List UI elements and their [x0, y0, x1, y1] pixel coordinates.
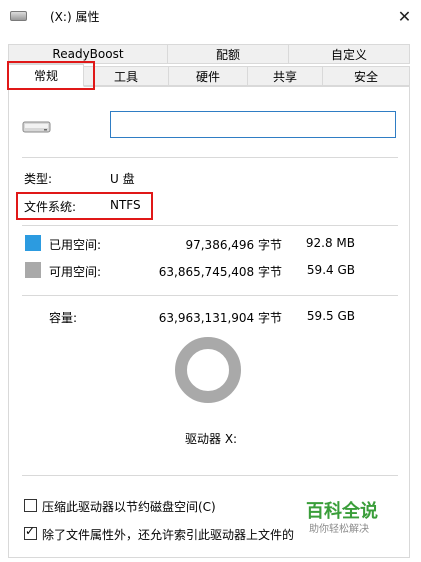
compress-checkbox-label[interactable]: 压缩此驱动器以节约磁盘空间(C): [42, 498, 216, 515]
used-space-bytes: 97,386,496 字节: [185, 238, 282, 252]
tab-general[interactable]: 常规: [8, 64, 84, 87]
title-bar: (X:) 属性 ✕: [0, 0, 421, 32]
index-checkbox[interactable]: [24, 524, 37, 540]
used-space-swatch: [25, 235, 41, 251]
window-title: (X:) 属性: [50, 10, 100, 24]
drive-letter-label: 驱动器 X:: [185, 432, 238, 446]
tab-security[interactable]: 安全: [322, 66, 410, 86]
tab-hardware[interactable]: 硬件: [168, 66, 248, 86]
capacity-size: 59.5 GB: [306, 309, 355, 323]
separator: [22, 295, 398, 296]
close-button[interactable]: ✕: [388, 0, 421, 32]
compress-checkbox[interactable]: [24, 499, 37, 512]
disk-usage-donut: [175, 337, 241, 403]
used-space-size: 92.8 MB: [305, 236, 355, 250]
used-space-label: 已用空间:: [49, 238, 102, 252]
drive-icon: [10, 11, 27, 21]
type-value: U 盘: [110, 172, 135, 186]
free-space-bytes: 63,865,745,408 字节: [158, 265, 282, 279]
filesystem-label: 文件系统:: [24, 200, 77, 214]
capacity-label: 容量:: [49, 311, 78, 325]
separator: [22, 475, 398, 476]
tab-readyboost[interactable]: ReadyBoost: [8, 44, 168, 64]
free-space-size: 59.4 GB: [306, 263, 355, 277]
tab-sharing[interactable]: 共享: [247, 66, 323, 86]
free-space-label: 可用空间:: [49, 265, 102, 279]
separator: [22, 157, 398, 158]
tab-quota[interactable]: 配额: [167, 44, 289, 64]
watermark-subtitle: 助你轻松解决: [309, 524, 369, 535]
filesystem-value: NTFS: [110, 198, 141, 212]
separator: [22, 225, 398, 226]
volume-label-input[interactable]: [110, 111, 396, 138]
free-space-swatch: [25, 262, 41, 278]
capacity-bytes: 63,963,131,904 字节: [158, 311, 282, 325]
usb-drive-icon: [22, 121, 51, 133]
tab-tools[interactable]: 工具: [83, 66, 169, 86]
tab-customize[interactable]: 自定义: [288, 44, 410, 64]
index-checkbox-label[interactable]: 除了文件属性外，还允许索引此驱动器上文件的: [42, 526, 294, 543]
type-label: 类型:: [24, 172, 53, 186]
